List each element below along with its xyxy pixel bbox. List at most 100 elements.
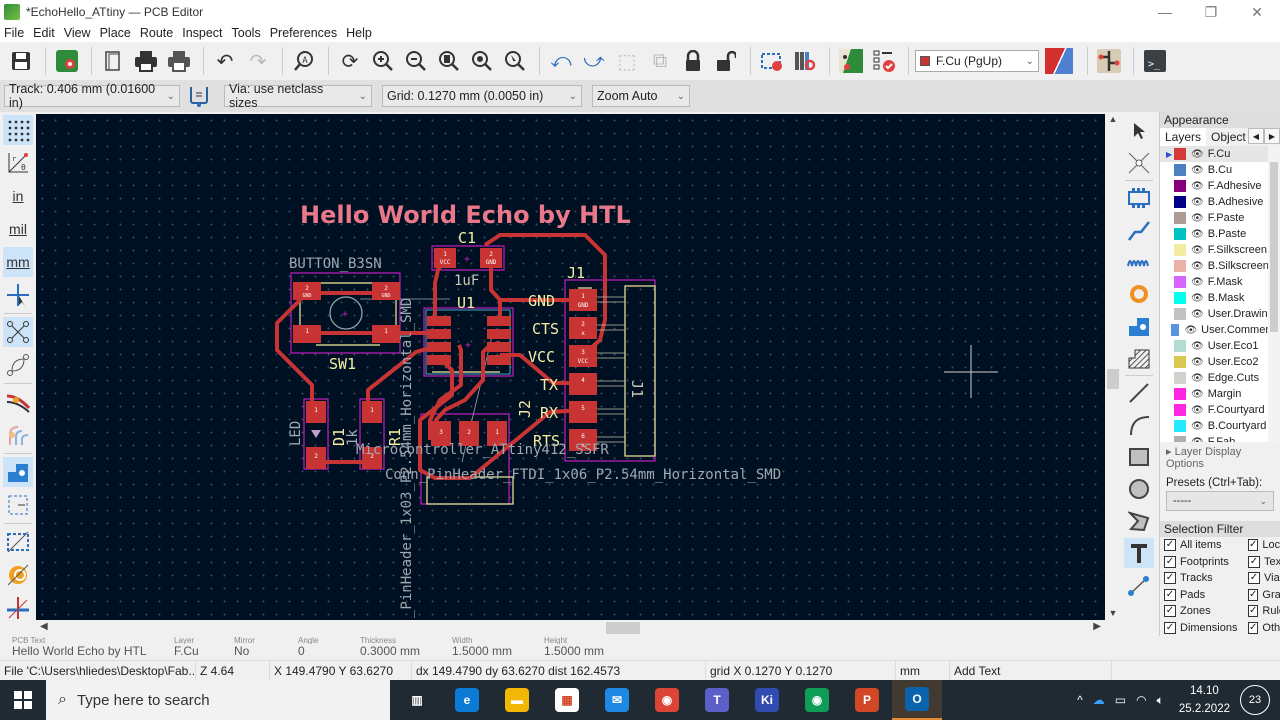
canvas-horizontal-scrollbar[interactable]: ◀ ▶ — [36, 620, 1105, 636]
refresh-icon[interactable]: ⟳ — [335, 46, 365, 76]
taskbar-app-chrome[interactable]: ◉ — [642, 680, 692, 720]
d1-pad[interactable]: 1 — [306, 401, 326, 423]
menu-route[interactable]: Route — [140, 26, 173, 40]
rotate-cw-icon[interactable]: ⤻ — [579, 46, 609, 76]
layer-color-swatch[interactable] — [1174, 420, 1186, 432]
filter-other-items[interactable]: ✓Other items — [1248, 620, 1280, 637]
cursor-crosshair-icon[interactable] — [3, 280, 33, 310]
presets-select[interactable]: ----- ⌄ — [1166, 491, 1274, 511]
taskbar-app-kicad[interactable]: Ki — [742, 680, 792, 720]
close-button[interactable]: ✕ — [1234, 0, 1280, 24]
layer-row-f-mask[interactable]: 👁︎ F.Mask — [1160, 274, 1280, 290]
rotate-ccw-icon[interactable]: ⤺ — [546, 46, 576, 76]
curved-ratsnest-icon[interactable] — [3, 350, 33, 380]
undo-icon[interactable]: ↶ — [210, 46, 240, 76]
layer-row-margin[interactable]: 👁︎ Margin — [1160, 386, 1280, 402]
auto-track-width-icon[interactable] — [184, 81, 214, 111]
visibility-eye-icon[interactable]: 👁︎ — [1191, 421, 1204, 432]
filter-dimensions[interactable]: ✓ Dimensions — [1164, 620, 1248, 637]
menu-view[interactable]: View — [64, 26, 91, 40]
layer-row-f-courtyard[interactable]: 👁︎ F.Courtyard — [1160, 402, 1280, 418]
visibility-eye-icon[interactable]: 👁︎ — [1184, 325, 1197, 336]
layer-color-swatch[interactable] — [1174, 148, 1186, 160]
layer-color-swatch[interactable] — [1174, 388, 1186, 400]
units-mil-icon[interactable]: mil — [3, 214, 33, 244]
layer-row-f-adhesive[interactable]: 👁︎ F.Adhesive — [1160, 178, 1280, 194]
checkbox[interactable]: ✓ — [1164, 621, 1176, 634]
grid-select[interactable]: Grid: 0.1270 mm (0.0050 in) ⌄ — [382, 85, 582, 107]
footprint-browser-icon[interactable] — [790, 46, 820, 76]
page-settings-icon[interactable] — [98, 46, 128, 76]
add-via-icon[interactable] — [1124, 279, 1154, 309]
plot-icon[interactable] — [164, 46, 194, 76]
c1-pad[interactable]: 2GND — [480, 248, 502, 268]
taskbar-app-task-view[interactable]: ▥ — [392, 680, 442, 720]
layer-row-b-adhesive[interactable]: 👁︎ B.Adhesive — [1160, 194, 1280, 210]
taskbar-app-edge[interactable]: e — [442, 680, 492, 720]
visibility-eye-icon[interactable]: 👁︎ — [1191, 357, 1204, 368]
layer-display-options-toggle[interactable]: ▸ Layer Display Options — [1160, 442, 1280, 473]
layer-color-swatch[interactable] — [1174, 260, 1186, 272]
windows-start-icon[interactable] — [0, 680, 46, 720]
j1-pad[interactable]: 2x — [569, 317, 597, 339]
visibility-eye-icon[interactable]: 👁︎ — [1191, 293, 1204, 304]
drc-icon[interactable] — [869, 46, 899, 76]
menu-edit[interactable]: Edit — [33, 26, 55, 40]
u1-pad[interactable] — [427, 316, 451, 326]
add-footprint-icon[interactable] — [1124, 183, 1154, 213]
layer-color-swatch[interactable] — [1174, 164, 1186, 176]
show-pads-icon[interactable] — [3, 457, 33, 487]
tab-scroll-right-icon[interactable]: ▶ — [1264, 128, 1280, 144]
visibility-eye-icon[interactable]: 👁︎ — [1191, 389, 1204, 400]
scroll-up-icon[interactable]: ▲ — [1105, 114, 1121, 124]
find-icon[interactable]: A — [289, 46, 319, 76]
visibility-eye-icon[interactable]: 👁︎ — [1191, 245, 1204, 256]
u1-pad[interactable] — [487, 329, 511, 339]
units-inch-icon[interactable]: in — [3, 181, 33, 211]
layer-row-b-silkscreen[interactable]: 👁︎ B.Silkscreen — [1160, 258, 1280, 274]
checkbox[interactable]: ✓ — [1164, 572, 1176, 585]
visibility-eye-icon[interactable]: 👁︎ — [1191, 437, 1204, 443]
visibility-eye-icon[interactable]: 👁︎ — [1191, 149, 1204, 160]
filter-graphics[interactable]: ✓Graphics — [1248, 587, 1280, 604]
vertical-scroll-thumb[interactable] — [1107, 369, 1119, 389]
wifi-icon[interactable]: ◠ — [1136, 693, 1146, 707]
zoom-select[interactable]: Zoom Auto ⌄ — [592, 85, 690, 107]
layer-row-f-silkscreen[interactable]: 👁︎ F.Silkscreen — [1160, 242, 1280, 258]
layer-row-b-mask[interactable]: 👁︎ B.Mask — [1160, 290, 1280, 306]
menu-preferences[interactable]: Preferences — [270, 26, 337, 40]
via-size-select[interactable]: Via: use netclass sizes ⌄ — [224, 82, 372, 110]
u1-pad[interactable] — [427, 329, 451, 339]
print-icon[interactable] — [131, 46, 161, 76]
checkbox[interactable]: ✓ — [1248, 539, 1259, 552]
tab-layers[interactable]: Layers — [1160, 128, 1207, 146]
j1-pad[interactable]: 4 — [569, 373, 597, 395]
redo-icon[interactable]: ↷ — [243, 46, 273, 76]
sw1-pad[interactable]: 2GND — [372, 282, 400, 300]
onedrive-icon[interactable]: ☁ — [1093, 693, 1105, 707]
board-setup-icon[interactable] — [52, 46, 82, 76]
show-hidden-icons-icon[interactable]: ^ — [1077, 693, 1083, 707]
layer-row-edge-cuts[interactable]: 👁︎ Edge.Cuts — [1160, 370, 1280, 386]
checkbox[interactable]: ✓ — [1248, 572, 1260, 585]
j1-pad[interactable]: 1 GND — [569, 289, 597, 311]
draw-arc-icon[interactable] — [1124, 410, 1154, 440]
tab-scroll-left-icon[interactable]: ◀ — [1248, 128, 1264, 144]
zoom-selection-icon[interactable] — [500, 46, 530, 76]
visibility-eye-icon[interactable]: 👁︎ — [1191, 341, 1204, 352]
show-footprint-outline-icon[interactable] — [3, 490, 33, 520]
taskbar-app-powerpoint[interactable]: P — [842, 680, 892, 720]
layer-row-f-fab[interactable]: 👁︎ F.Fab — [1160, 434, 1280, 442]
layer-color-swatch[interactable] — [1174, 228, 1186, 240]
checkbox[interactable]: ✓ — [1248, 605, 1259, 618]
menu-file[interactable]: File — [4, 26, 24, 40]
layer-color-swatch[interactable] — [1174, 212, 1186, 224]
d1-pad[interactable]: 2 — [306, 447, 326, 469]
sw1-pad[interactable]: 1 — [372, 325, 400, 343]
layer-row-f-paste[interactable]: 👁︎ F.Paste — [1160, 210, 1280, 226]
checkbox[interactable]: ✓ — [1164, 605, 1176, 618]
visibility-eye-icon[interactable]: 👁︎ — [1191, 181, 1204, 192]
scripting-plugins-icon[interactable] — [1094, 46, 1124, 76]
checkbox[interactable]: ✓ — [1164, 539, 1176, 552]
active-layer-select[interactable]: F.Cu (PgUp) ⌄ — [915, 50, 1039, 72]
